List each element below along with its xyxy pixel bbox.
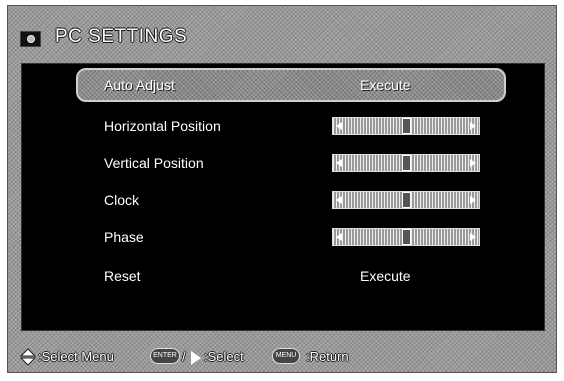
slider-left-arrow-icon	[336, 159, 342, 167]
slash-separator: /	[182, 349, 186, 364]
slider-left-arrow-icon	[336, 196, 342, 204]
menu-item-value: Execute	[360, 268, 411, 284]
menu-item-vertical-position[interactable]: Vertical Position	[22, 146, 544, 180]
vertical-position-slider[interactable]	[332, 154, 480, 172]
menu-key-icon: MENU	[272, 348, 300, 364]
page-title: PC SETTINGS	[55, 26, 188, 47]
return-hint: :Return	[306, 349, 349, 364]
footer-help-bar: :Select Menu ENTER / :Select MENU :Retur…	[8, 342, 556, 372]
monitor-icon	[20, 31, 41, 47]
select-menu-hint: :Select Menu	[38, 349, 114, 364]
settings-panel: Auto Adjust Execute Horizontal Position …	[21, 63, 545, 331]
menu-item-label: Reset	[104, 268, 141, 284]
slider-left-arrow-icon	[336, 122, 342, 130]
menu-item-label: Clock	[104, 192, 140, 208]
up-down-arrow-icon	[20, 348, 36, 366]
slider-thumb[interactable]	[402, 229, 411, 245]
phase-slider[interactable]	[332, 228, 480, 246]
menu-item-horizontal-position[interactable]: Horizontal Position	[22, 109, 544, 143]
menu-item-label: Horizontal Position	[104, 118, 221, 134]
menu-item-auto-adjust[interactable]: Auto Adjust Execute	[76, 68, 506, 102]
menu-item-reset[interactable]: Reset Execute	[22, 259, 544, 293]
slider-right-arrow-icon	[470, 233, 476, 241]
title-bar: PC SETTINGS	[8, 6, 556, 58]
slider-right-arrow-icon	[470, 196, 476, 204]
menu-item-label: Auto Adjust	[104, 77, 175, 93]
pc-settings-window: PC SETTINGS Auto Adjust Execute Horizont…	[7, 5, 557, 373]
slider-thumb[interactable]	[402, 118, 411, 134]
menu-item-value: Execute	[360, 77, 411, 93]
menu-item-phase[interactable]: Phase	[22, 220, 544, 254]
slider-right-arrow-icon	[470, 159, 476, 167]
select-hint: :Select	[204, 349, 244, 364]
menu-item-label: Vertical Position	[104, 155, 204, 171]
right-arrow-icon	[191, 351, 201, 365]
clock-slider[interactable]	[332, 191, 480, 209]
slider-right-arrow-icon	[470, 122, 476, 130]
menu-item-clock[interactable]: Clock	[22, 183, 544, 217]
slider-thumb[interactable]	[402, 192, 411, 208]
horizontal-position-slider[interactable]	[332, 117, 480, 135]
enter-key-icon: ENTER	[150, 348, 180, 364]
menu-item-label: Phase	[104, 229, 144, 245]
slider-left-arrow-icon	[336, 233, 342, 241]
slider-thumb[interactable]	[402, 155, 411, 171]
